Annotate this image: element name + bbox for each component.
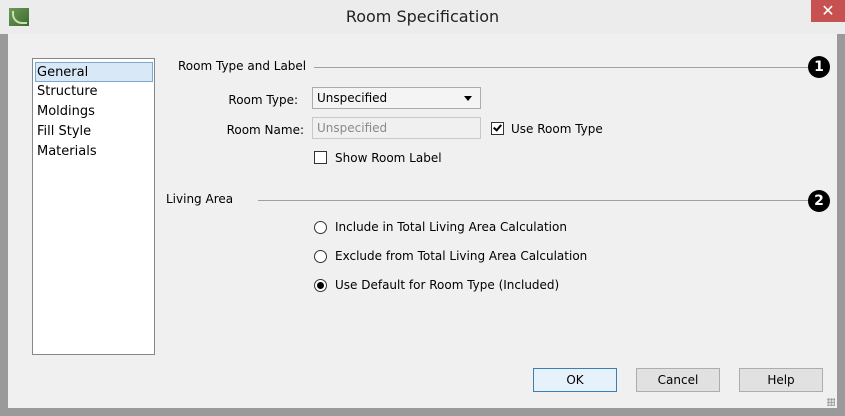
cancel-button[interactable]: Cancel bbox=[636, 368, 720, 392]
default-room-type-radio[interactable] bbox=[314, 279, 327, 292]
ok-button[interactable]: OK bbox=[533, 368, 617, 392]
callout-badge-2: 2 bbox=[808, 190, 830, 212]
category-item-materials[interactable]: Materials bbox=[35, 142, 153, 162]
use-room-type-label: Use Room Type bbox=[511, 122, 603, 136]
living-area-group-divider bbox=[258, 200, 808, 201]
dropdown-arrow-icon bbox=[464, 96, 472, 101]
close-button[interactable]: ✕ bbox=[811, 0, 845, 22]
show-room-label-label: Show Room Label bbox=[335, 151, 442, 165]
room-name-field[interactable] bbox=[312, 117, 481, 139]
category-item-moldings[interactable]: Moldings bbox=[35, 102, 153, 122]
category-item-fill-style[interactable]: Fill Style bbox=[35, 122, 153, 142]
radio-selected-dot bbox=[317, 282, 324, 289]
category-list[interactable]: General Structure Moldings Fill Style Ma… bbox=[32, 58, 155, 355]
title-bar[interactable]: Room Specification ✕ bbox=[0, 0, 845, 34]
callout-badge-1: 1 bbox=[808, 56, 830, 78]
use-room-type-checkbox[interactable] bbox=[491, 122, 504, 135]
room-type-dropdown[interactable]: Unspecified bbox=[312, 87, 481, 109]
living-area-group-title: Living Area bbox=[166, 192, 234, 206]
show-room-label-checkbox[interactable] bbox=[314, 151, 327, 164]
resize-grip-icon[interactable] bbox=[827, 398, 835, 406]
room-type-group-divider bbox=[314, 67, 808, 68]
window-title: Room Specification bbox=[345, 7, 500, 26]
room-type-value: Unspecified bbox=[317, 91, 388, 105]
room-type-group-title: Room Type and Label bbox=[178, 59, 307, 73]
room-name-input[interactable] bbox=[313, 118, 480, 138]
room-type-label: Room Type: bbox=[228, 93, 298, 107]
exclude-living-area-label: Exclude from Total Living Area Calculati… bbox=[335, 249, 588, 263]
checkmark-icon bbox=[493, 122, 502, 132]
include-living-area-radio[interactable] bbox=[314, 221, 327, 234]
exclude-living-area-radio[interactable] bbox=[314, 250, 327, 263]
default-room-type-label: Use Default for Room Type (Included) bbox=[335, 278, 560, 292]
category-item-general[interactable]: General bbox=[35, 62, 153, 82]
help-button[interactable]: Help bbox=[739, 368, 823, 392]
category-item-structure[interactable]: Structure bbox=[35, 82, 153, 102]
room-name-label: Room Name: bbox=[226, 123, 304, 137]
dialog-window: Room Specification ✕ General Structure M… bbox=[0, 0, 845, 416]
dialog-content: General Structure Moldings Fill Style Ma… bbox=[8, 34, 837, 408]
include-living-area-label: Include in Total Living Area Calculation bbox=[335, 220, 567, 234]
